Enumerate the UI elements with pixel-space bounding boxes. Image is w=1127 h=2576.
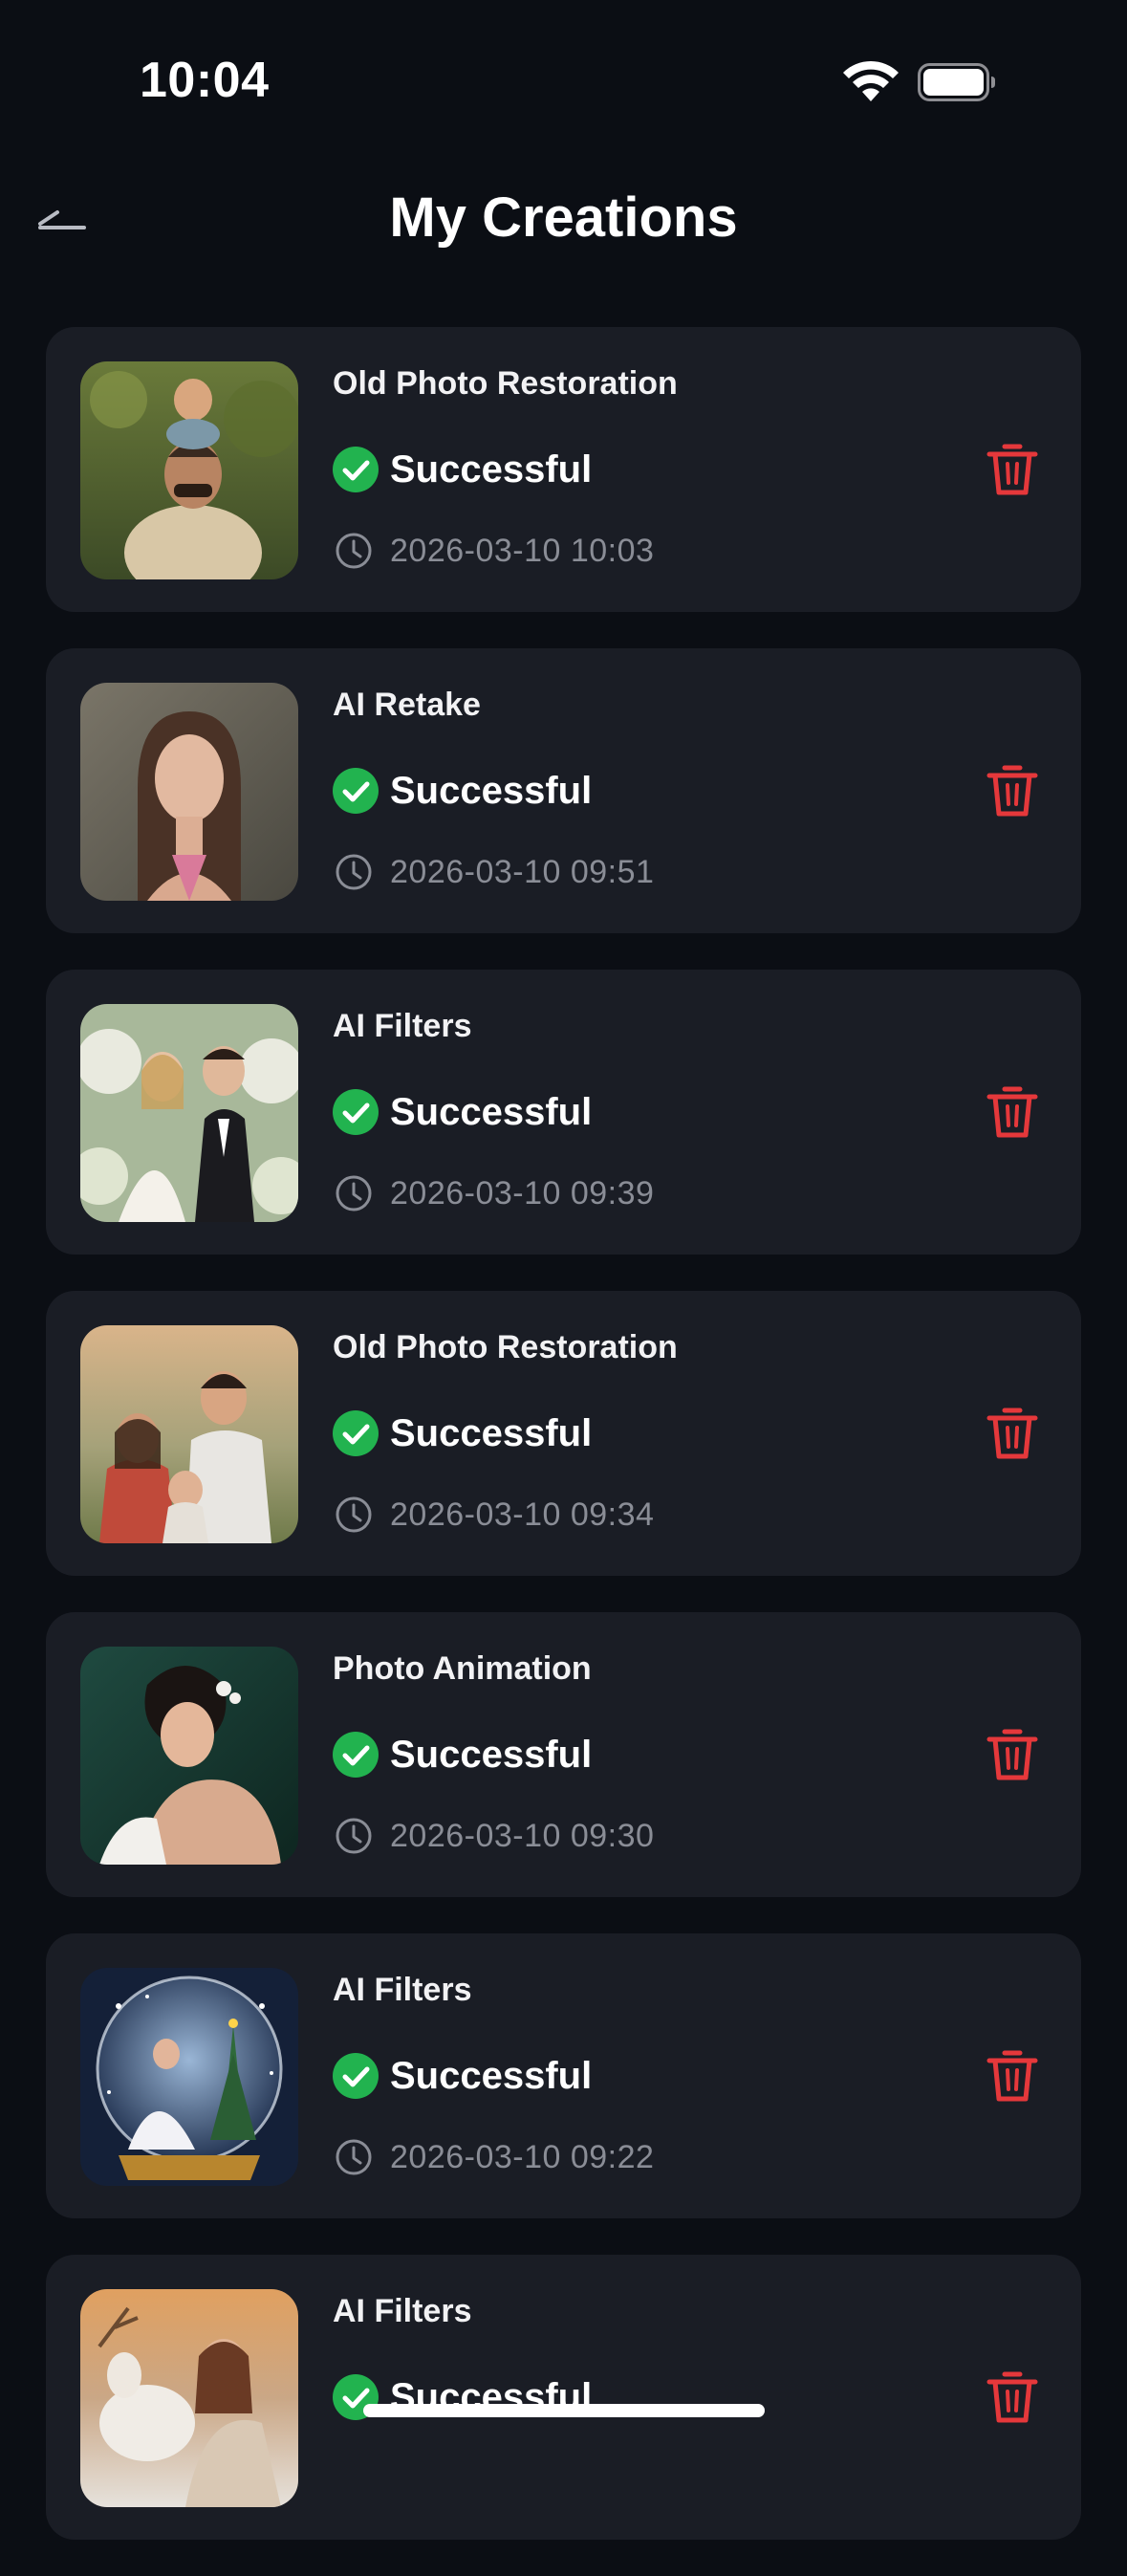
timestamp: 2026-03-10 10:03 — [390, 532, 655, 569]
clock-icon — [336, 533, 372, 569]
timestamp-row: 2026-03-10 10:03 — [333, 530, 654, 572]
creation-thumbnail[interactable] — [80, 1325, 298, 1543]
clock-icon — [336, 1175, 372, 1212]
status-text: Successful — [390, 1733, 593, 1776]
creation-thumbnail[interactable] — [80, 683, 298, 901]
creation-card[interactable]: AI Retake Successful 2026-03-10 09:51 — [46, 648, 1081, 933]
creation-thumbnail[interactable] — [80, 1647, 298, 1865]
creation-title: Old Photo Restoration — [333, 365, 678, 402]
status-time: 10:04 — [140, 53, 270, 108]
creation-title: AI Filters — [333, 1972, 472, 2008]
timestamp-row: 2026-03-10 09:34 — [333, 1494, 654, 1536]
status-row: Successful — [333, 1408, 592, 1458]
page-title: My Creations — [389, 186, 738, 249]
status-text: Successful — [390, 448, 593, 491]
creation-title: AI Filters — [333, 2293, 472, 2329]
trash-icon[interactable] — [982, 1724, 1043, 1785]
creation-thumbnail[interactable] — [80, 1004, 298, 1222]
creations-list: Old Photo Restoration Successful 2026-03… — [46, 327, 1081, 2576]
clock-icon — [336, 854, 372, 890]
creation-title: AI Retake — [333, 687, 481, 723]
success-check-icon — [333, 1089, 379, 1135]
trash-icon[interactable] — [982, 1081, 1043, 1143]
creation-card[interactable]: Photo Animation Successful 2026-03-10 09… — [46, 1612, 1081, 1897]
status-row: Successful — [333, 1730, 592, 1779]
success-check-icon — [333, 1410, 379, 1456]
trash-icon[interactable] — [982, 760, 1043, 821]
status-text: Successful — [390, 1411, 593, 1454]
status-row: Successful — [333, 2051, 592, 2101]
creation-card[interactable]: Old Photo Restoration Successful 2026-03… — [46, 327, 1081, 612]
success-check-icon — [333, 1732, 379, 1778]
status-row: Successful — [333, 1087, 592, 1137]
success-check-icon — [333, 768, 379, 814]
status-text: Successful — [390, 2054, 593, 2097]
creation-card[interactable]: Old Photo Restoration Successful 2026-03… — [46, 1291, 1081, 1576]
timestamp-row: 2026-03-10 09:51 — [333, 851, 654, 893]
timestamp-row: 2026-03-10 09:39 — [333, 1172, 654, 1214]
clock-icon — [336, 2139, 372, 2175]
trash-icon[interactable] — [982, 2045, 1043, 2107]
creation-title: AI Filters — [333, 1008, 472, 1044]
status-row: Successful — [333, 766, 592, 816]
timestamp: 2026-03-10 09:22 — [390, 2138, 655, 2175]
status-row: Successful — [333, 445, 592, 494]
success-check-icon — [333, 447, 379, 492]
creation-thumbnail[interactable] — [80, 1968, 298, 2186]
home-indicator[interactable] — [363, 2404, 765, 2417]
clock-icon — [336, 1496, 372, 1533]
timestamp-row: 2026-03-10 09:30 — [333, 1815, 654, 1857]
creation-title: Old Photo Restoration — [333, 1329, 678, 1365]
timestamp: 2026-03-10 09:51 — [390, 853, 655, 890]
trash-icon[interactable] — [982, 1403, 1043, 1464]
status-text: Successful — [390, 1090, 593, 1133]
success-check-icon — [333, 2053, 379, 2099]
trash-icon[interactable] — [982, 439, 1043, 500]
timestamp: 2026-03-10 09:34 — [390, 1495, 655, 1533]
nav-bar: My Creations — [0, 153, 1127, 277]
creation-card[interactable]: AI Filters Successful 2026-03-10 09:22 — [46, 1933, 1081, 2218]
status-text: Successful — [390, 769, 593, 812]
timestamp-row: 2026-03-10 09:22 — [333, 2136, 654, 2178]
creation-thumbnail[interactable] — [80, 2289, 298, 2507]
timestamp: 2026-03-10 09:39 — [390, 1174, 655, 1212]
clock-icon — [336, 1818, 372, 1854]
creation-title: Photo Animation — [333, 1650, 592, 1687]
wifi-icon — [843, 60, 899, 101]
creation-thumbnail[interactable] — [80, 361, 298, 579]
timestamp: 2026-03-10 09:30 — [390, 1817, 655, 1854]
status-bar: 10:04 — [0, 0, 1127, 143]
creation-card[interactable]: AI Filters Successful 2026-03-10 09:39 — [46, 970, 1081, 1255]
battery-icon — [918, 63, 995, 101]
trash-icon[interactable] — [982, 2367, 1043, 2428]
creation-card[interactable]: AI Filters Successful — [46, 2255, 1081, 2540]
